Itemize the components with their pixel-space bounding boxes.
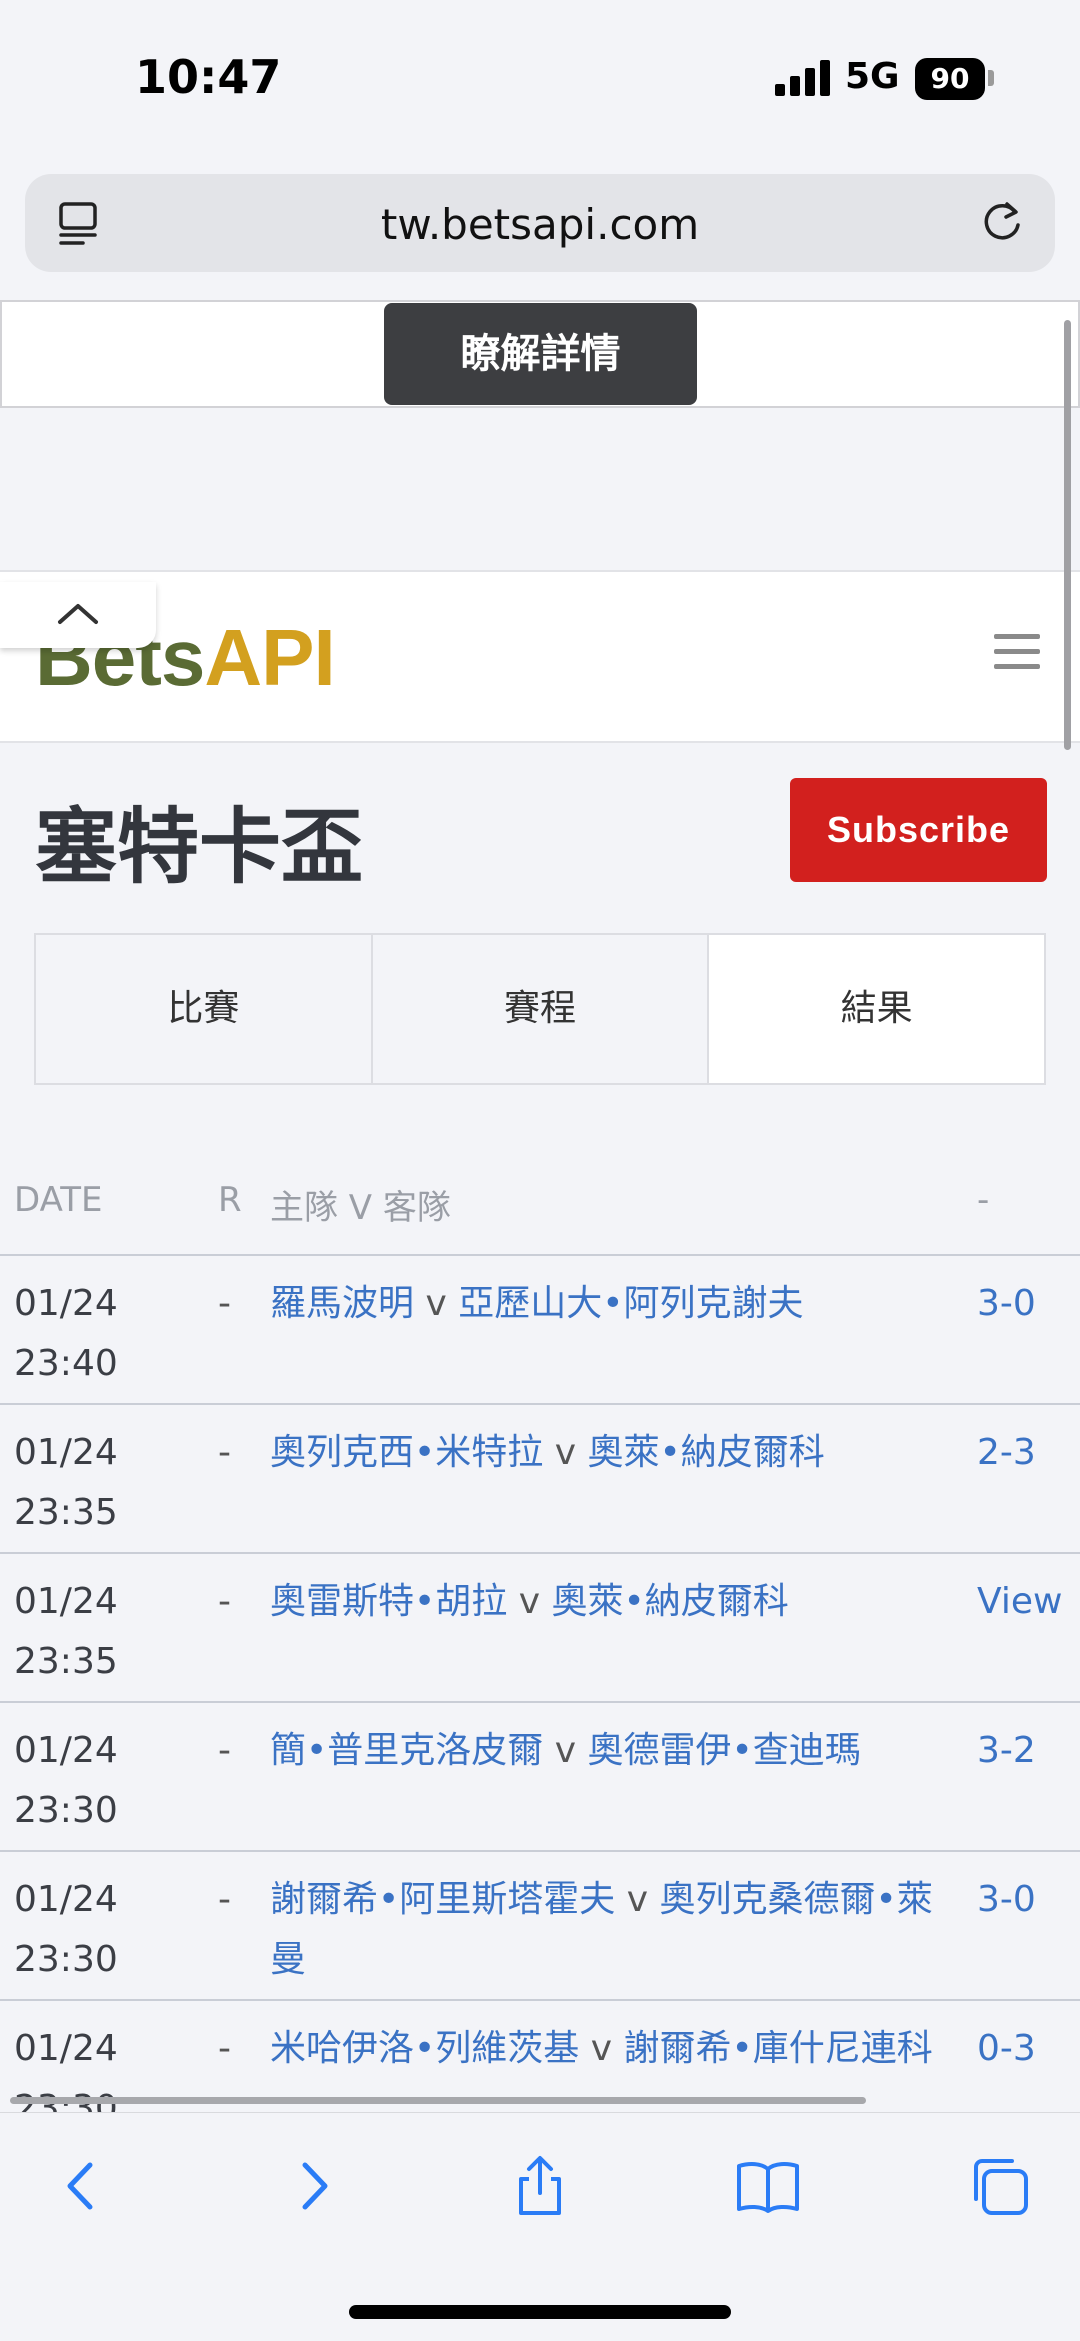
match-date: 01/24 23:35 <box>14 1572 204 1692</box>
versus-label: v <box>518 1581 541 1622</box>
away-team-link[interactable]: 奧萊•納皮爾科 <box>551 1581 788 1622</box>
site-header: BetsAPI <box>0 570 1080 743</box>
subscribe-button[interactable]: Subscribe <box>790 778 1047 882</box>
address-bar[interactable]: tw.betsapi.com <box>25 174 1055 272</box>
match-teams: 奧雷斯特•胡拉 v 奧萊•納皮爾科 <box>270 1572 960 1632</box>
tab-results[interactable]: 結果 <box>709 935 1045 1083</box>
match-round: - <box>218 1879 231 1920</box>
tab-schedule[interactable]: 賽程 <box>373 935 710 1083</box>
home-team-link[interactable]: 奧列克西•米特拉 <box>270 1432 543 1473</box>
header-date: DATE <box>14 1180 103 1220</box>
match-day: 01/24 <box>14 1432 118 1473</box>
match-score-link[interactable]: View <box>977 1572 1062 1632</box>
table-header: DATE R 主隊 V 客隊 - <box>0 1150 1080 1256</box>
match-score-link[interactable]: 3-0 <box>977 1870 1036 1930</box>
match-time: 23:35 <box>14 1492 118 1533</box>
ad-space <box>0 408 1080 568</box>
versus-label: v <box>425 1283 447 1324</box>
match-teams: 奧列克西•米特拉 v 奧萊•納皮爾科 <box>270 1423 960 1483</box>
share-icon[interactable] <box>507 2153 573 2219</box>
status-time: 10:47 <box>135 50 282 104</box>
match-score-link[interactable]: 2-3 <box>977 1423 1036 1483</box>
versus-label: v <box>590 2028 613 2069</box>
match-time: 23:30 <box>14 1939 118 1980</box>
header-match: 主隊 V 客隊 <box>270 1188 451 1228</box>
match-round: - <box>218 1581 231 1622</box>
tab-matches[interactable]: 比賽 <box>36 935 373 1083</box>
ad-learn-more-button[interactable]: 瞭解詳情 <box>384 303 697 405</box>
match-day: 01/24 <box>14 2028 118 2069</box>
network-type: 5G <box>845 56 900 97</box>
match-round: - <box>218 1283 231 1324</box>
match-teams: 簡•普里克洛皮爾 v 奧德雷伊•查迪瑪 <box>270 1721 960 1781</box>
match-date: 01/24 23:35 <box>14 1423 204 1543</box>
table-row[interactable]: 01/24 23:35 - 奧列克西•米特拉 v 奧萊•納皮爾科 2-3 <box>0 1405 1080 1554</box>
home-team-link[interactable]: 謝爾希•阿里斯塔霍夫 <box>270 1879 615 1920</box>
versus-label: v <box>554 1730 577 1771</box>
header-score: - <box>977 1180 990 1220</box>
battery-tip <box>988 70 994 86</box>
battery-icon: 90 <box>915 58 985 100</box>
away-team-link[interactable]: 謝爾希•庫什尼連科 <box>623 2028 932 2069</box>
horizontal-scrollbar[interactable] <box>10 2097 866 2104</box>
match-teams: 米哈伊洛•列維茨基 v 謝爾希•庫什尼連科 <box>270 2019 960 2079</box>
forward-arrow-icon[interactable] <box>281 2153 347 2219</box>
tabs-icon[interactable] <box>966 2153 1032 2219</box>
match-date: 01/24 23:30 <box>14 1870 204 1990</box>
table-row[interactable]: 01/24 23:30 - 簡•普里克洛皮爾 v 奧德雷伊•查迪瑪 3-2 <box>0 1703 1080 1852</box>
home-team-link[interactable]: 簡•普里克洛皮爾 <box>270 1730 543 1771</box>
logo-api-text: API <box>204 613 335 702</box>
hamburger-menu-icon[interactable] <box>994 634 1040 670</box>
match-round: - <box>218 1432 231 1473</box>
vertical-scrollbar[interactable] <box>1064 320 1071 750</box>
header-r: R <box>218 1180 242 1220</box>
table-row[interactable]: 01/24 23:30 - 謝爾希•阿里斯塔霍夫 v 奧列克桑德爾•萊曼 3-0 <box>0 1852 1080 2001</box>
match-day: 01/24 <box>14 1283 118 1324</box>
match-score-link[interactable]: 3-0 <box>977 1274 1036 1334</box>
page-title: 塞特卡盃 <box>35 800 364 895</box>
status-bar: 10:47 5G 90 <box>0 0 1080 160</box>
home-team-link[interactable]: 米哈伊洛•列維茨基 <box>270 2028 579 2069</box>
home-indicator <box>349 2305 731 2319</box>
away-team-link[interactable]: 奧德雷伊•查迪瑪 <box>587 1730 860 1771</box>
home-team-link[interactable]: 羅馬波明 <box>270 1283 414 1324</box>
match-day: 01/24 <box>14 1581 118 1622</box>
match-time: 23:30 <box>14 1790 118 1831</box>
match-time: 23:40 <box>14 1343 118 1384</box>
home-team-link[interactable]: 奧雷斯特•胡拉 <box>270 1581 507 1622</box>
versus-label: v <box>554 1432 577 1473</box>
bookmarks-icon[interactable] <box>735 2153 801 2219</box>
match-date: 01/24 23:40 <box>14 1274 204 1394</box>
table-row[interactable]: 01/24 23:40 - 羅馬波明 v 亞歷山大•阿列克謝夫 3-0 <box>0 1256 1080 1405</box>
match-teams: 謝爾希•阿里斯塔霍夫 v 奧列克桑德爾•萊曼 <box>270 1870 960 1990</box>
match-date: 01/24 23:30 <box>14 1721 204 1841</box>
tab-bar: 比賽 賽程 結果 <box>34 933 1046 1085</box>
match-time: 23:35 <box>14 1641 118 1682</box>
match-score-link[interactable]: 3-2 <box>977 1721 1036 1781</box>
versus-label: v <box>626 1879 649 1920</box>
reload-icon[interactable] <box>977 198 1027 248</box>
away-team-link[interactable]: 亞歷山大•阿列克謝夫 <box>458 1283 803 1324</box>
match-round: - <box>218 2028 231 2069</box>
match-teams: 羅馬波明 v 亞歷山大•阿列克謝夫 <box>270 1274 960 1334</box>
results-table: DATE R 主隊 V 客隊 - 01/24 23:40- 羅馬波明 v 亞歷山大•… <box>0 1150 1080 2150</box>
table-row[interactable]: 01/24 23:35 - 奧雷斯特•胡拉 v 奧萊•納皮爾科 View <box>0 1554 1080 1703</box>
match-day: 01/24 <box>14 1730 118 1771</box>
chevron-up-icon <box>58 604 98 624</box>
match-round: - <box>218 1730 231 1771</box>
collapse-ad-button[interactable] <box>0 582 156 648</box>
match-score-link[interactable]: 0-3 <box>977 2019 1036 2079</box>
back-arrow-icon[interactable] <box>48 2153 114 2219</box>
match-day: 01/24 <box>14 1879 118 1920</box>
url-text[interactable]: tw.betsapi.com <box>25 200 1055 249</box>
signal-strength-icon <box>775 60 831 96</box>
away-team-link[interactable]: 奧萊•納皮爾科 <box>587 1432 824 1473</box>
